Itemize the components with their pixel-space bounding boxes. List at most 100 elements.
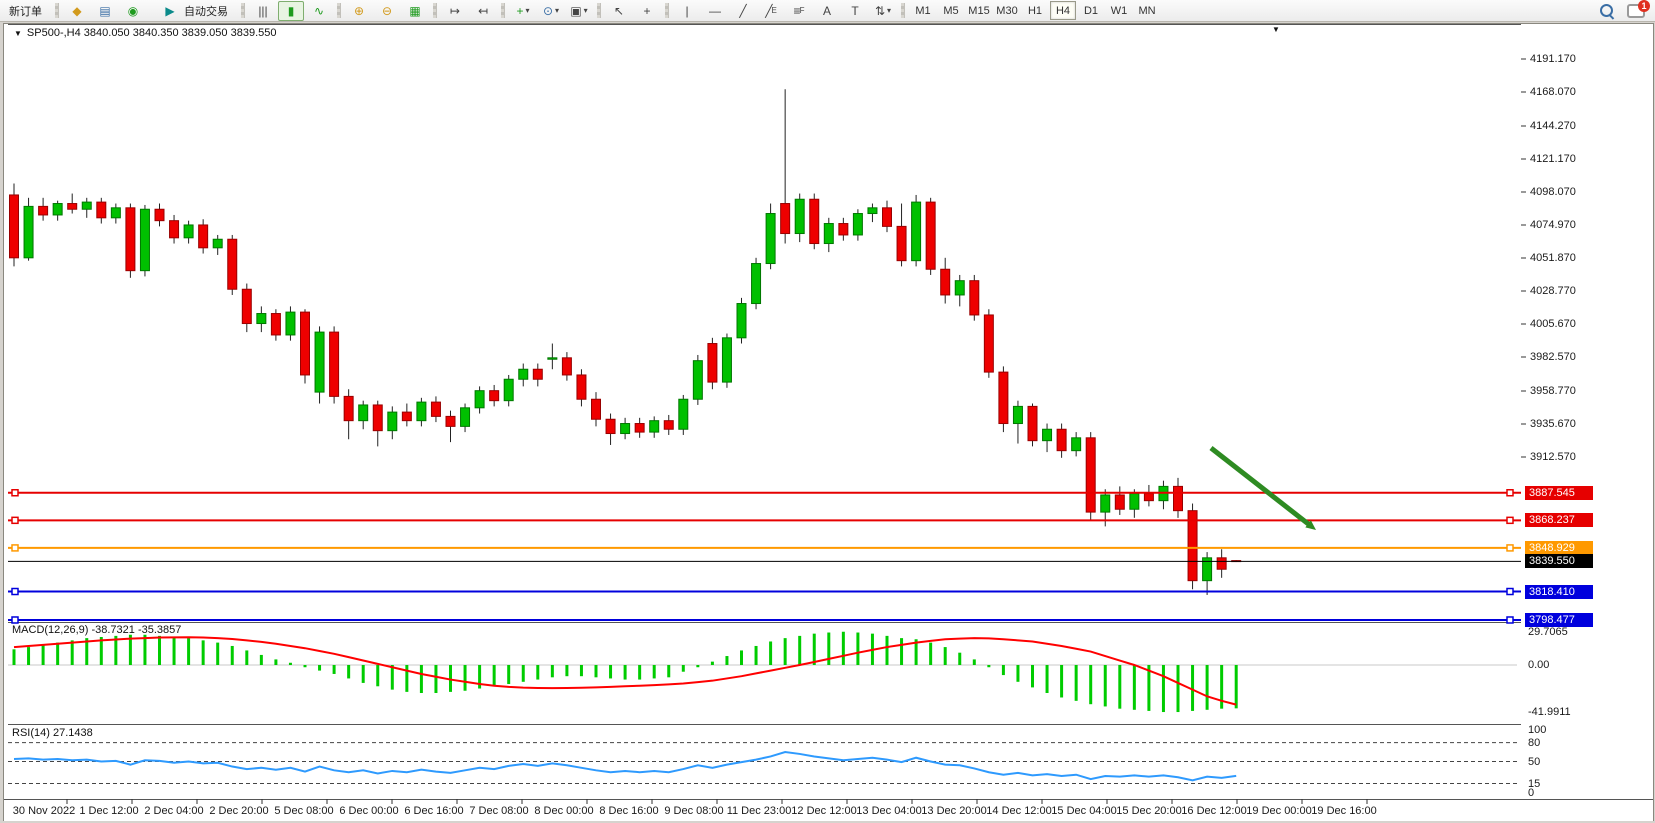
chart-profile-icon[interactable]: ◆ bbox=[64, 1, 90, 21]
price-axis-label: 4074.970 bbox=[1530, 219, 1576, 231]
current-price-label: 3839.550 bbox=[1525, 554, 1593, 568]
fibonacci-icon[interactable]: ≡F bbox=[786, 1, 812, 21]
price-axis-label: 4121.170 bbox=[1530, 153, 1576, 165]
timeframe-button-w1[interactable]: W1 bbox=[1106, 1, 1132, 20]
time-axis-label: 13 Dec 20:00 bbox=[921, 805, 986, 817]
zoom-in-icon[interactable]: ⊕ bbox=[346, 1, 372, 21]
time-axis-label: 15 Dec 20:00 bbox=[1116, 805, 1181, 817]
timeframe-button-mn[interactable]: MN bbox=[1134, 1, 1160, 20]
toolbar-right-group: 1 bbox=[1600, 4, 1655, 18]
dropdown-arrow-icon[interactable]: ▾ bbox=[887, 2, 891, 20]
periods-clock-icon[interactable]: ⊙▾ bbox=[538, 1, 564, 21]
time-axis-label: 6 Dec 16:00 bbox=[404, 805, 463, 817]
price-axis-label: 4005.670 bbox=[1530, 318, 1576, 330]
price-axis-label: 3982.570 bbox=[1530, 351, 1576, 363]
time-axis-label: 19 Dec 00:00 bbox=[1246, 805, 1311, 817]
rsi-scale-label: 80 bbox=[1528, 737, 1540, 749]
level-price-label: 3887.545 bbox=[1525, 486, 1593, 500]
time-axis-label: 11 Dec 23:00 bbox=[727, 805, 792, 817]
level-price-label: 3868.237 bbox=[1525, 513, 1593, 527]
collapse-arrow-icon[interactable]: ▼ bbox=[1272, 25, 1280, 34]
toolbar-separator bbox=[501, 3, 505, 18]
candlestick-chart-icon[interactable]: ▮ bbox=[278, 1, 304, 21]
price-axis-label: 4051.870 bbox=[1530, 252, 1576, 264]
dropdown-arrow-icon[interactable]: ▾ bbox=[584, 2, 588, 20]
time-axis-label: 19 Dec 16:00 bbox=[1311, 805, 1376, 817]
tile-windows-icon[interactable]: ▦ bbox=[402, 1, 428, 21]
toolbar-separator bbox=[597, 3, 601, 18]
chart-shift-icon[interactable]: ↤ bbox=[470, 1, 496, 21]
time-axis-label: 1 Dec 12:00 bbox=[79, 805, 138, 817]
toolbar-separator bbox=[433, 3, 437, 18]
price-chart-panel[interactable] bbox=[8, 24, 1522, 623]
toolbar-separator bbox=[241, 3, 245, 18]
time-axis-label: 8 Dec 16:00 bbox=[599, 805, 658, 817]
dropdown-arrow-icon[interactable]: ▾ bbox=[526, 2, 530, 20]
price-axis-label: 3935.670 bbox=[1530, 418, 1576, 430]
macd-scale-label: 0.00 bbox=[1528, 659, 1549, 671]
rsi-scale-label: 50 bbox=[1528, 756, 1540, 768]
equidistant-channel-icon[interactable]: ╱E bbox=[758, 1, 784, 21]
time-axis-label: 6 Dec 00:00 bbox=[339, 805, 398, 817]
rsi-indicator-label: RSI(14) 27.1438 bbox=[12, 727, 93, 739]
toolbar-separator bbox=[55, 3, 59, 18]
crosshair-icon[interactable]: + bbox=[634, 1, 660, 21]
chart-title: ▼ SP500-,H4 3840.050 3840.350 3839.050 38… bbox=[14, 27, 276, 39]
chat-icon[interactable]: 1 bbox=[1627, 4, 1645, 18]
new-order-button[interactable]: 新订单 bbox=[2, 1, 49, 21]
timeframe-button-m15[interactable]: M15 bbox=[966, 1, 992, 20]
toolbar-separator bbox=[901, 3, 905, 18]
icon-subscript: E bbox=[771, 2, 776, 20]
chart-window[interactable]: ▼ SP500-,H4 3840.050 3840.350 3839.050 38… bbox=[3, 23, 1654, 821]
shapes-icon[interactable]: ⇅▾ bbox=[870, 1, 896, 21]
rsi-scale-label: 100 bbox=[1528, 724, 1546, 736]
line-chart-icon[interactable]: ∿ bbox=[306, 1, 332, 21]
bar-chart-icon[interactable]: ||| bbox=[250, 1, 276, 21]
trendline-icon[interactable]: ╱ bbox=[730, 1, 756, 21]
text-icon[interactable]: A bbox=[814, 1, 840, 21]
time-axis-label: 5 Dec 08:00 bbox=[274, 805, 333, 817]
timeframe-button-h1[interactable]: H1 bbox=[1022, 1, 1048, 20]
main-toolbar: 新订单 ◆▤◉▶自动交易 |||▮∿ ⊕⊖▦ ↦↤ +▾⊙▾▣▾ ↖+ |—╱╱E≡FAT⇅▾… bbox=[0, 0, 1655, 22]
vertical-line-icon[interactable]: | bbox=[674, 1, 700, 21]
timeframe-button-m5[interactable]: M5 bbox=[938, 1, 964, 20]
price-axis-label: 4191.170 bbox=[1530, 53, 1576, 65]
cursor-icon[interactable]: ↖ bbox=[606, 1, 632, 21]
time-axis-label: 2 Dec 20:00 bbox=[209, 805, 268, 817]
time-axis-label: 8 Dec 00:00 bbox=[534, 805, 593, 817]
time-axis-label: 9 Dec 08:00 bbox=[664, 805, 723, 817]
time-axis-label: 30 Nov 2022 bbox=[13, 805, 75, 817]
toolbar-separator bbox=[337, 3, 341, 18]
search-icon[interactable] bbox=[1600, 4, 1613, 17]
templates-icon[interactable]: ▣▾ bbox=[566, 1, 592, 21]
timeframe-button-d1[interactable]: D1 bbox=[1078, 1, 1104, 20]
dropdown-arrow-icon[interactable]: ▾ bbox=[555, 2, 559, 20]
timeframe-button-m1[interactable]: M1 bbox=[910, 1, 936, 20]
autotrading-button[interactable]: ▶自动交易 bbox=[149, 1, 235, 21]
notification-badge: 1 bbox=[1638, 0, 1650, 12]
timeframe-button-m30[interactable]: M30 bbox=[994, 1, 1020, 20]
market-watch-icon[interactable]: ▤ bbox=[92, 1, 118, 21]
auto-scroll-icon[interactable]: ↦ bbox=[442, 1, 468, 21]
symbol-dropdown-icon[interactable]: ▼ bbox=[14, 29, 22, 38]
time-axis-label: 14 Dec 12:00 bbox=[986, 805, 1051, 817]
chart-title-text: SP500-,H4 3840.050 3840.350 3839.050 383… bbox=[27, 27, 277, 39]
level-price-label: 3818.410 bbox=[1525, 585, 1593, 599]
zoom-out-icon[interactable]: ⊖ bbox=[374, 1, 400, 21]
indicators-add-icon[interactable]: +▾ bbox=[510, 1, 536, 21]
mt4-window: 新订单 ◆▤◉▶自动交易 |||▮∿ ⊕⊖▦ ↦↤ +▾⊙▾▣▾ ↖+ |—╱╱E≡FAT⇅▾… bbox=[0, 0, 1655, 823]
rsi-panel[interactable] bbox=[8, 724, 1522, 800]
macd-scale-label: 29.7065 bbox=[1528, 626, 1568, 638]
autotrading-button-icon: ▶ bbox=[157, 1, 183, 21]
macd-panel[interactable] bbox=[8, 622, 1522, 725]
time-axis-label: 2 Dec 04:00 bbox=[144, 805, 203, 817]
price-axis-label: 4028.770 bbox=[1530, 285, 1576, 297]
price-axis-label: 4098.070 bbox=[1530, 186, 1576, 198]
text-label-icon[interactable]: T bbox=[842, 1, 868, 21]
level-price-label: 3848.929 bbox=[1525, 541, 1593, 555]
horizontal-line-icon[interactable]: — bbox=[702, 1, 728, 21]
signals-icon[interactable]: ◉ bbox=[120, 1, 146, 21]
macd-indicator-label: MACD(12,26,9) -38.7321 -35.3857 bbox=[12, 624, 181, 636]
timeframe-button-h4[interactable]: H4 bbox=[1050, 1, 1076, 20]
time-axis-label: 7 Dec 08:00 bbox=[469, 805, 528, 817]
